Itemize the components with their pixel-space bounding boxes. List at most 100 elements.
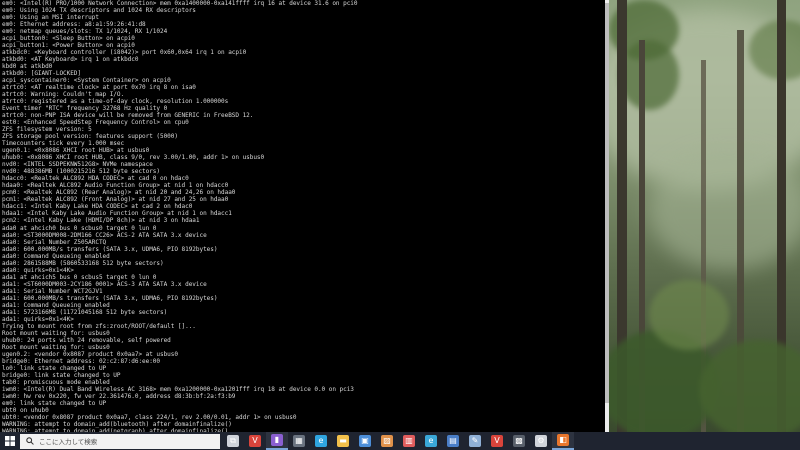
console-line: ada1: <ST6000DM003-2CY186 0001> ACS-3 AT… [2,280,207,288]
console-line: ada1: 5723166MB (11721045168 512 byte se… [2,308,168,316]
taskbar-app-button[interactable]: ▩ [508,432,530,450]
app-icon-red: ▥ [403,435,415,447]
console-line: nvd0: 488386MB (1000215216 512 byte sect… [2,168,160,176]
console-line: ada0 at ahcich0 bus 0 scbus0 target 0 lu… [2,224,157,232]
console-line: atrtc0: Warning: Couldn't map I/O. [2,91,125,99]
console-line: ada0: Command Queueing enabled [2,252,110,260]
taskbar-app-button[interactable]: ⚙ [530,432,552,450]
console-line: em0: <Intel(R) PRO/1000 Network Connecti… [2,0,358,7]
edge-icon: e [315,435,327,447]
taskbar-app-button[interactable]: ▣ [354,432,376,450]
console-line: em0: link state changed to UP [2,399,107,407]
console-line: hdaa1: <Intel Kaby Lake Audio Function G… [2,210,232,218]
taskbar-app-button[interactable]: ▤ [442,432,464,450]
console-line: uhub0: <0x8086 XHCI root HUB, class 9/0,… [2,154,265,162]
console-line: ada1: Command Queueing enabled [2,301,110,309]
console-line: hdacc1: <Intel Kaby Lake HDA CODEC> at c… [2,203,193,211]
taskbar-app-button[interactable]: e [310,432,332,450]
console-line: ugen0.2: <vendor 0x8087 product 0x0aa7> … [2,350,178,358]
console-line: acpi_button1: <Power Button> on acpi0 [2,42,135,50]
console-line: atkbdc0: <Keyboard controller (i8042)> p… [2,49,247,57]
console-line: Timecounters tick every 1.000 msec [2,140,125,148]
photoshop-icon: ▨ [381,435,393,447]
console-line: ada0: 600.000MB/s transfers (SATA 3.x, U… [2,245,218,253]
vivaldi-icon-2: V [491,435,503,447]
console-line: nvd0: <INTEL SSDPEKNW512G8> NVMe namespa… [2,161,153,169]
console-line: ada1: quirks=0x1<4K> [2,315,74,323]
console-line: ada1: Serial Number WCT2GJV1 [2,287,103,295]
taskbar-app-button[interactable]: ✎ [464,432,486,450]
console-line: bridge0: link state changed to UP [2,371,121,379]
app-icon-blue: ▤ [447,435,459,447]
console-line: ZFS storage pool version: features suppo… [2,133,178,141]
console-line: ZFS filesystem version: 5 [2,126,92,134]
console-line: lo0: link state changed to UP [2,364,107,372]
windows-taskbar: ここに入力して検索 ⧉ V ▮ ▦ e ▬ ▣ ▨ ▥ e ▤ ✎ V ▩ ⚙ ◧ [0,432,800,450]
console-line: em0: Using 1024 TX descriptors and 1024 … [2,7,196,15]
app-icon-orange: ◧ [557,434,569,446]
console-output: em0: <Intel(R) PRO/1000 Network Connecti… [2,0,602,432]
console-line: ubt0: <vendor 0x8087 product 0x0aa7, cla… [2,413,297,421]
settings-icon: ⚙ [535,435,547,447]
console-line: WARNING: attempt to domain_add(bluetooth… [2,420,232,428]
console-line: ugen0.1: <0x8086 XHCI root HUB> at usbus… [2,147,150,155]
console-line: atrtc0: <AT realtime clock> at port 0x70… [2,84,196,92]
console-line: em0: netmap queues/slots: TX 1/1024, RX … [2,28,168,36]
console-line: iwm0: hw rev 0x220, fw ver 22.361476.0, … [2,392,236,400]
edge-icon-2: e [425,435,437,447]
taskbar-app-button[interactable]: ▬ [332,432,354,450]
store-icon: ▣ [359,435,371,447]
console-line: iwm0: <Intel(R) Dual Band Wireless AC 31… [2,385,354,393]
console-line: ada0: 2861588MB (5860533168 512 byte sec… [2,259,164,267]
taskbar-app-button[interactable]: ▨ [376,432,398,450]
taskbar-app-button[interactable]: V [486,432,508,450]
taskbar-app-button[interactable]: ◧ [552,432,574,450]
console-line: hdacc0: <Realtek ALC892 HDA CODEC> at ca… [2,175,189,183]
console-line: atrtc0: non-PNP ISA device will be remov… [2,112,254,120]
windows-logo-icon [5,436,15,446]
search-placeholder: ここに入力して検索 [39,438,98,446]
console-line: Trying to mount root from zfs:zroot/ROOT… [2,322,196,330]
console-line: em0: Using an MSI interrupt [2,14,99,22]
console-line: ada0: Serial Number Z505ARCTQ [2,238,107,246]
console-line: em0: Ethernet address: a8:a1:59:26:41:d8 [2,21,146,29]
app-icon-dark: ▩ [513,435,525,447]
console-line: ada0: quirks=0x1<4K> [2,266,74,274]
console-line: hdaa0: <Realtek ALC892 Audio Function Gr… [2,182,229,190]
paint-icon: ✎ [469,435,481,447]
console-line: est0: <Enhanced SpeedStep Frequency Cont… [2,119,189,127]
taskbar-app-button[interactable]: ▥ [398,432,420,450]
console-line: atkbd0: [GIANT-LOCKED] [2,70,81,78]
console-line: ubt0 on uhub0 [2,406,49,414]
task-view-icon: ⧉ [227,435,239,447]
taskbar-app-button[interactable]: ⧉ [222,432,244,450]
taskbar-app-button[interactable]: ▮ [266,432,288,450]
console-line: bridge0: Ethernet address: 02:c2:87:d6:e… [2,357,160,365]
desktop-wallpaper [609,0,800,432]
calendar-icon: ▦ [293,435,305,447]
vivaldi-icon: V [249,435,261,447]
console-line: Root mount waiting for: usbus0 [2,329,110,337]
taskbar-search-box[interactable]: ここに入力して検索 [20,433,220,449]
terminal-window[interactable]: em0: <Intel(R) PRO/1000 Network Connecti… [0,0,605,432]
console-line: kbd0 at atkbd0 [2,63,53,71]
console-line: pcm1: <Realtek ALC892 (Front Analog)> at… [2,196,229,204]
console-line: pcm0: <Realtek ALC892 (Rear Analog)> at … [2,189,236,197]
console-line: atrtc0: registered as a time-of-day cloc… [2,98,229,106]
console-line: acpi_button0: <Sleep Button> on acpi0 [2,35,135,43]
console-line: ada1 at ahcich5 bus 0 scbus5 target 0 lu… [2,273,157,281]
console-line: acpi_syscontainer0: <System Container> o… [2,77,171,85]
taskbar-app-button[interactable]: V [244,432,266,450]
taskbar-app-button[interactable]: e [420,432,442,450]
taskbar-app-button[interactable]: ▦ [288,432,310,450]
console-line: pcm2: <Intel Kaby Lake (HDMI/DP 8ch)> at… [2,217,200,225]
console-line: ada1: 600.000MB/s transfers (SATA 3.x, U… [2,294,218,302]
console-line: atkbd0: <AT Keyboard> irq 1 on atkbdc0 [2,56,139,64]
start-button[interactable] [0,432,20,450]
terminal-app-icon: ▮ [271,434,283,446]
console-line: tab0: promiscuous mode enabled [2,378,110,386]
file-explorer-icon: ▬ [337,435,349,447]
console-line: Event timer "RTC" frequency 32768 Hz qua… [2,105,168,113]
console-line: ada0: <ST3000DM008-2DM166 CC26> ACS-2 AT… [2,231,207,239]
console-line: uhub0: 24 ports with 24 removable, self … [2,336,171,344]
